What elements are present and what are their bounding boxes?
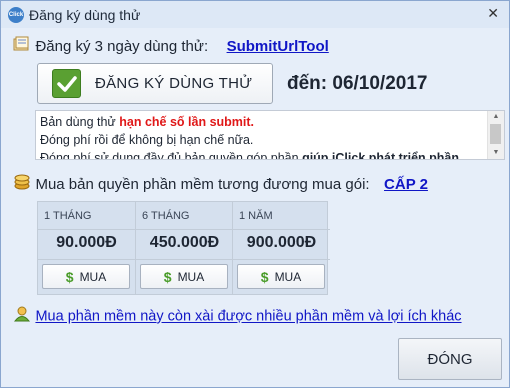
- purchase-row: Mua bản quyền phần mềm tương đương mua g…: [13, 174, 428, 195]
- buy-1-month-button[interactable]: $ MUA: [42, 264, 130, 289]
- dollar-icon: $: [260, 268, 269, 285]
- info-textbox[interactable]: Bản dùng thử hạn chế số lần submit. Đóng…: [35, 110, 505, 160]
- plan-1-month: 1 THÁNG 90.000Đ $ MUA: [38, 202, 135, 294]
- more-benefits-row: Mua phần mềm này còn xài được nhiều phần…: [13, 306, 462, 327]
- info-line-3: Đóng phí sử dụng đầy đủ bản quyền góp ph…: [40, 151, 460, 160]
- register-trial-label: ĐĂNG KÝ DÙNG THỬ: [95, 75, 253, 92]
- plan-period: 6 THÁNG: [142, 210, 190, 222]
- buy-6-months-button[interactable]: $ MUA: [140, 264, 228, 289]
- limit-highlight: hạn chế số lần submit.: [119, 115, 255, 129]
- pricing-table: 1 THÁNG 90.000Đ $ MUA 6 THÁNG 450.000Đ $…: [37, 201, 330, 295]
- scroll-up-icon[interactable]: ▲: [488, 111, 504, 123]
- plan-1-year: 1 NĂM 900.000Đ $ MUA: [232, 202, 330, 294]
- dollar-icon: $: [163, 268, 172, 285]
- expiry-date: đến: 06/10/2017: [287, 73, 428, 94]
- purchase-label: Mua bản quyền phần mềm tương đương mua g…: [35, 176, 370, 193]
- dollar-icon: $: [65, 268, 74, 285]
- plan-price: 90.000Đ: [56, 234, 117, 251]
- product-link[interactable]: SubmitUrlTool: [227, 38, 329, 55]
- info-line-1: Bản dùng thử hạn chế số lần submit.: [40, 115, 255, 129]
- plan-price: 450.000Đ: [149, 234, 220, 251]
- close-icon[interactable]: ✕: [487, 5, 499, 22]
- register-trial-button[interactable]: ĐĂNG KÝ DÙNG THỬ: [37, 63, 273, 104]
- user-icon: [13, 306, 31, 327]
- vertical-scrollbar[interactable]: ▲ ▼: [487, 111, 504, 159]
- plan-price: 900.000Đ: [246, 234, 317, 251]
- scroll-down-icon[interactable]: ▼: [488, 147, 504, 159]
- trial-label: Đăng ký 3 ngày dùng thử:: [35, 38, 209, 55]
- package-link[interactable]: CẤP 2: [384, 176, 428, 193]
- window-title: Đăng ký dùng thử: [29, 7, 141, 23]
- title-bar: Click Đăng ký dùng thử ✕: [1, 1, 509, 28]
- plan-period: 1 NĂM: [239, 210, 273, 222]
- trial-row: Đăng ký 3 ngày dùng thử: SubmitUrlTool: [13, 36, 329, 57]
- info-line-2: Đóng phí rồi để không bị hạn chế nữa.: [40, 133, 254, 147]
- app-icon: Click: [8, 7, 24, 23]
- checkmark-icon: [52, 69, 81, 98]
- coins-icon: [13, 174, 31, 195]
- more-benefits-link[interactable]: Mua phần mềm này còn xài được nhiều phần…: [35, 309, 461, 325]
- book-icon: [13, 36, 31, 57]
- scroll-thumb[interactable]: [490, 124, 501, 144]
- plan-period: 1 THÁNG: [44, 210, 92, 222]
- buy-1-year-button[interactable]: $ MUA: [237, 264, 325, 289]
- close-button[interactable]: ĐÓNG: [398, 338, 502, 380]
- trial-registration-dialog: Click Đăng ký dùng thử ✕ Đăng ký 3 ngày …: [0, 0, 510, 388]
- plan-6-months: 6 THÁNG 450.000Đ $ MUA: [135, 202, 233, 294]
